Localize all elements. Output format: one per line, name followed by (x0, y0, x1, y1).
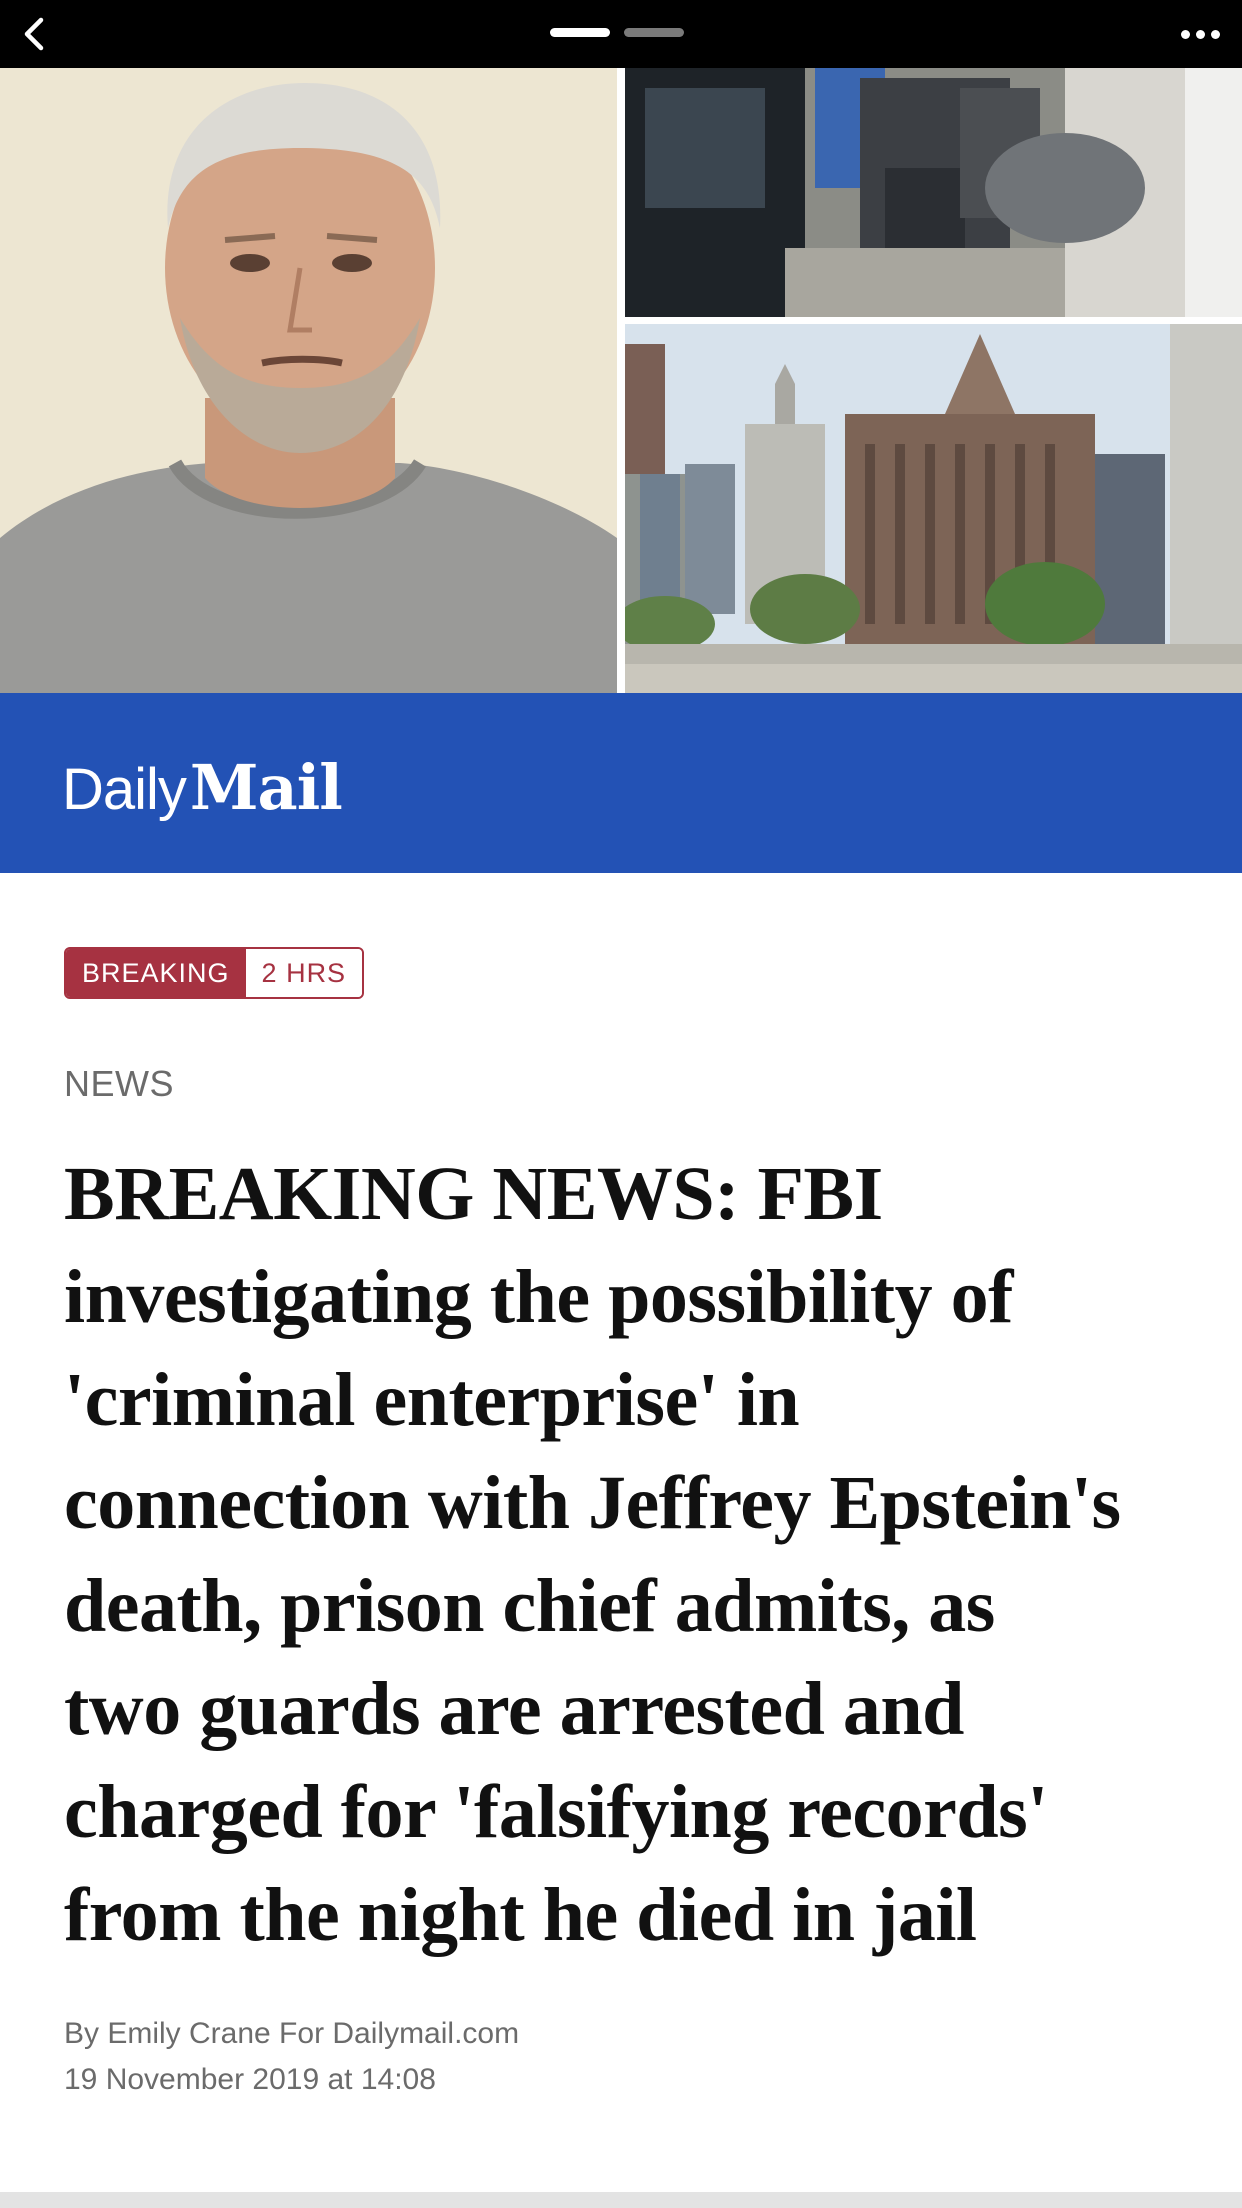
logo-daily-text: Daily (62, 757, 187, 822)
logo-mail-text: Mail (189, 751, 343, 824)
daily-mail-logo[interactable]: Daily Mail (62, 751, 343, 824)
prison-building-photo[interactable] (625, 324, 1242, 693)
breaking-time-label: 2 HRS (245, 949, 363, 997)
top-navigation-bar (0, 0, 1242, 68)
page-indicator (550, 28, 684, 40)
chevron-left-icon (24, 17, 44, 51)
headline-line: BREAKING NEWS: FBI (64, 1152, 883, 1236)
article-headline: BREAKING NEWS: FBI investigating the pos… (64, 1143, 1194, 1967)
ellipsis-icon (1180, 29, 1190, 39)
article-category[interactable]: NEWS (64, 1063, 174, 1105)
headline-line: two guards are arrested and (64, 1667, 964, 1751)
headline-line: connection with Jeffrey Epstein's (64, 1461, 1121, 1545)
article-byline: By Emily Crane For Dailymail.com 19 Nove… (64, 2011, 519, 2103)
more-options-button[interactable] (1170, 14, 1230, 54)
hero-image-collage (0, 68, 1242, 693)
headline-line: investigating the possibility of (64, 1255, 1013, 1339)
headline-line: from the night he died in jail (64, 1873, 977, 1957)
headline-line: charged for 'falsifying records' (64, 1770, 1048, 1854)
publish-date: 19 November 2019 at 14:08 (64, 2063, 436, 2096)
headline-line: 'criminal enterprise' in (64, 1358, 800, 1442)
portrait-photo[interactable] (0, 68, 617, 693)
page-indicator-dot-active[interactable] (550, 28, 610, 37)
headline-line: death, prison chief admits, as (64, 1564, 995, 1648)
page-indicator-dot[interactable] (624, 28, 684, 37)
guards-photo[interactable] (625, 68, 1242, 317)
publisher-banner: Daily Mail (0, 693, 1242, 873)
back-button[interactable] (8, 8, 60, 60)
breaking-label: BREAKING (66, 949, 246, 997)
bottom-divider (0, 2192, 1242, 2208)
breaking-badge: BREAKING 2 HRS (64, 947, 365, 999)
author-line[interactable]: By Emily Crane For Dailymail.com (64, 2011, 519, 2057)
